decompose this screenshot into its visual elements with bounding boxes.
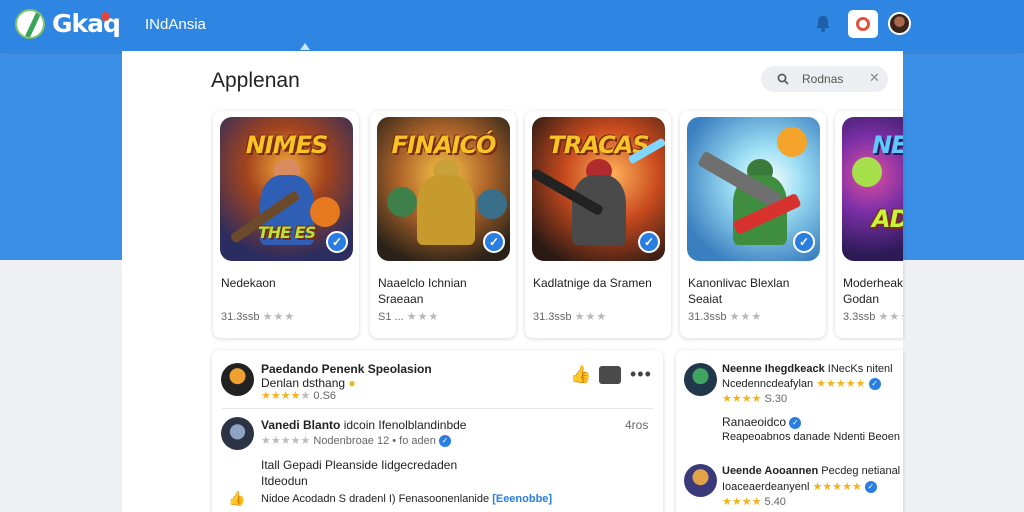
image-icon[interactable] <box>599 366 621 384</box>
app-name[interactable]: INdAnsia <box>145 16 206 33</box>
review-text: Itall Gepadi Pleanside Iidgecredaden <box>261 458 458 472</box>
art-title: FINAICÓ <box>391 131 497 159</box>
app-name: Moderheak Godan <box>843 276 903 306</box>
reviewer-name[interactable]: Ueende Aooannen Pecdeg netianal <box>722 465 900 477</box>
review-meta: ★★★★★ Nodenbroae 12 • fo aden ✓ <box>261 434 451 448</box>
reviewer-rating: ★★★★ 5.40 <box>722 496 786 508</box>
more-options-icon[interactable]: ••• <box>630 364 652 385</box>
reviewer-sidebar: Neenne Ihegdkeack INecKs nitenl Ncedennc… <box>676 350 903 512</box>
logo-text[interactable]: Gkaq <box>52 9 121 38</box>
app-card[interactable]: NE ADI Moderheak Godan 3.3ssb ★★★ <box>835 111 903 338</box>
user-avatar[interactable] <box>888 12 911 35</box>
verified-check-icon: ✓ <box>483 231 505 253</box>
verified-check-icon: ✓ <box>638 231 660 253</box>
app-name: Kadlatnige da Sramen <box>533 276 652 290</box>
app-card[interactable]: FINAICÓ ✓ Naaelclo Ichnian Sraeaan S1 ..… <box>370 111 516 338</box>
footer-link[interactable]: [Eeenobbe] <box>492 493 552 505</box>
verified-icon: ✓ <box>438 435 451 448</box>
app-rating: 31.3ssb ★★★ <box>533 311 608 323</box>
bell-icon[interactable] <box>814 14 832 32</box>
reviewer-avatar[interactable] <box>684 464 717 497</box>
search-input[interactable]: Rodnas ✕ <box>761 66 888 92</box>
reviewer-sub: Reapeoabnos danade Ndenti Beoen Reatan <box>722 431 903 443</box>
app-name: Kanonlivac Blexlan Seaiat <box>688 276 790 306</box>
app-rating: S1 ... ★★★ <box>378 311 440 323</box>
app-card[interactable]: ✓ Kanonlivac Blexlan Seaiat 31.3ssb ★★★ <box>680 111 826 338</box>
reviewer-avatar[interactable] <box>684 363 717 396</box>
app-rating: 31.3ssb ★★★ <box>688 311 763 323</box>
art-title: NIMES <box>245 131 329 159</box>
review-text-2: Itdeodun <box>261 474 308 488</box>
app-card[interactable]: NIMES THE ES ✓ Nedekaon 31.3ssb ★★★ <box>213 111 359 338</box>
review-feed: Paedando Penenk Speolasion Denlan dsthan… <box>212 350 663 512</box>
app-name: Naaelclo Ichnian Sraeaan <box>378 276 467 306</box>
divider <box>222 408 653 409</box>
notification-button[interactable] <box>848 10 878 38</box>
art-subtitle: ADI <box>872 205 903 233</box>
search-icon <box>777 73 789 85</box>
record-icon <box>856 17 870 31</box>
verified-check-icon: ✓ <box>326 231 348 253</box>
review-footer: Nidoe Acodadn S dradenl I) Fenasoonenlan… <box>261 493 553 505</box>
logo-icon[interactable] <box>15 9 45 39</box>
reviewer-sub: Ioaceaerdeanyenl ★★★★★ ✓ <box>722 480 877 494</box>
art-title: NE <box>872 131 903 159</box>
clear-icon[interactable]: ✕ <box>869 70 880 86</box>
review-author[interactable]: Paedando Penenk Speolasion <box>261 362 432 376</box>
app-name: Nedekaon <box>221 276 276 290</box>
reviewer-rating: ★★★★ S.30 <box>722 393 788 405</box>
verified-icon: ✓ <box>864 481 877 494</box>
caret-up-icon <box>300 43 310 50</box>
app-rating: 31.3ssb ★★★ <box>221 311 296 323</box>
thumbs-up-icon[interactable]: 👍 <box>228 490 245 507</box>
verified-icon: ✓ <box>868 378 881 391</box>
app-thumbnail: NE ADI <box>842 117 903 261</box>
reviewer-avatar[interactable] <box>221 363 254 396</box>
review-subtitle: Denlan dsthang ● <box>261 376 356 390</box>
reviewer-name[interactable]: Ranaeoidco ✓ <box>722 415 802 429</box>
review-author[interactable]: Vanedi Blanto idcoin Ifenolblandinbde <box>261 418 466 432</box>
search-placeholder: Rodnas <box>802 72 844 86</box>
logo-notification-dot <box>101 12 110 21</box>
review-time: 4ros <box>625 418 649 432</box>
app-card[interactable]: TRACAS ✓ Kadlatnige da Sramen 31.3ssb ★★… <box>525 111 671 338</box>
reviewer-sub: Ncedenncdeafylan ★★★★★ ✓ <box>722 377 881 391</box>
app-rating: 3.3ssb ★★★ <box>843 311 903 323</box>
reviewer-avatar[interactable] <box>221 417 254 450</box>
verified-check-icon: ✓ <box>793 231 815 253</box>
reviewer-name[interactable]: Neenne Ihegdkeack INecKs nitenl <box>722 363 893 375</box>
page-title: Applenan <box>211 69 300 92</box>
like-icon[interactable]: 👍 <box>570 365 591 385</box>
review-stars: ★★★★★ 0.S6 <box>261 390 337 402</box>
verified-icon: ✓ <box>789 416 802 429</box>
